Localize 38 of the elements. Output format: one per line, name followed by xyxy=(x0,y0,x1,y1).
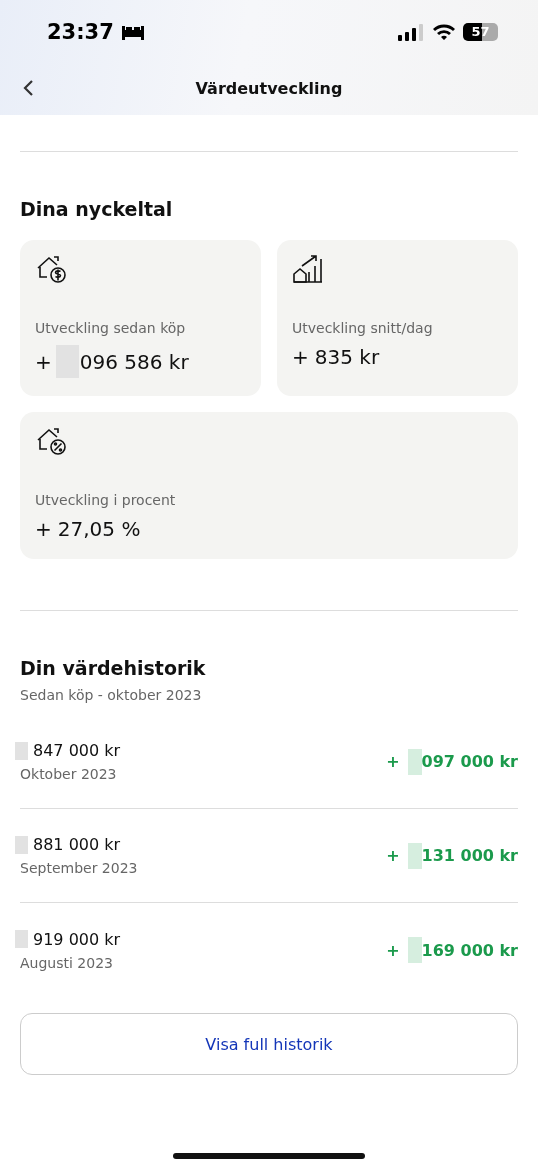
section-heading: Din värdehistorik xyxy=(20,657,207,679)
redaction-block xyxy=(15,835,28,854)
bed-icon xyxy=(120,24,145,40)
history-month: Augusti 2023 xyxy=(20,954,114,971)
house-coin-icon xyxy=(35,254,69,286)
wifi-icon xyxy=(432,23,456,41)
metric-label: Utveckling i procent xyxy=(35,492,177,508)
metric-value: 27,05 % xyxy=(57,517,141,541)
value-change: 131 000 kr xyxy=(421,846,518,865)
signal-icon xyxy=(398,23,425,41)
full-history-button[interactable]: Visa full historik xyxy=(20,1013,518,1075)
history-month: September 2023 xyxy=(20,860,138,876)
redaction-block xyxy=(15,930,28,948)
house-percent-icon xyxy=(35,426,69,458)
value-change: 169 000 kr xyxy=(421,940,518,960)
redaction-block xyxy=(407,842,422,869)
metric-label: Utveckling snitt/dag xyxy=(292,320,434,336)
history-month: Oktober 2023 xyxy=(20,766,118,782)
plus-sign: + xyxy=(386,940,400,960)
redaction-block xyxy=(407,748,422,775)
redaction-block xyxy=(15,741,28,760)
metric-value: 096 586 kr xyxy=(79,349,189,374)
history-value: 919 000 kr xyxy=(33,929,121,949)
section-subtitle: Sedan köp - oktober 2023 xyxy=(20,687,203,703)
plus-sign: + xyxy=(292,345,309,369)
plus-sign: + xyxy=(386,752,400,771)
plus-sign: + xyxy=(386,846,400,865)
plus-sign: + xyxy=(35,517,52,541)
history-value: 847 000 kr xyxy=(33,741,121,760)
status-time: 23:37 xyxy=(47,20,114,44)
value-change: 097 000 kr xyxy=(421,752,518,771)
history-value: 881 000 kr xyxy=(33,835,121,854)
metric-label: Utveckling sedan köp xyxy=(35,320,187,336)
metric-value: 835 kr xyxy=(314,345,380,369)
redaction-block xyxy=(407,937,422,963)
screen-title: Värdeutveckling xyxy=(195,78,343,98)
plus-sign: + xyxy=(35,349,52,374)
section-heading: Dina nyckeltal xyxy=(20,198,174,220)
